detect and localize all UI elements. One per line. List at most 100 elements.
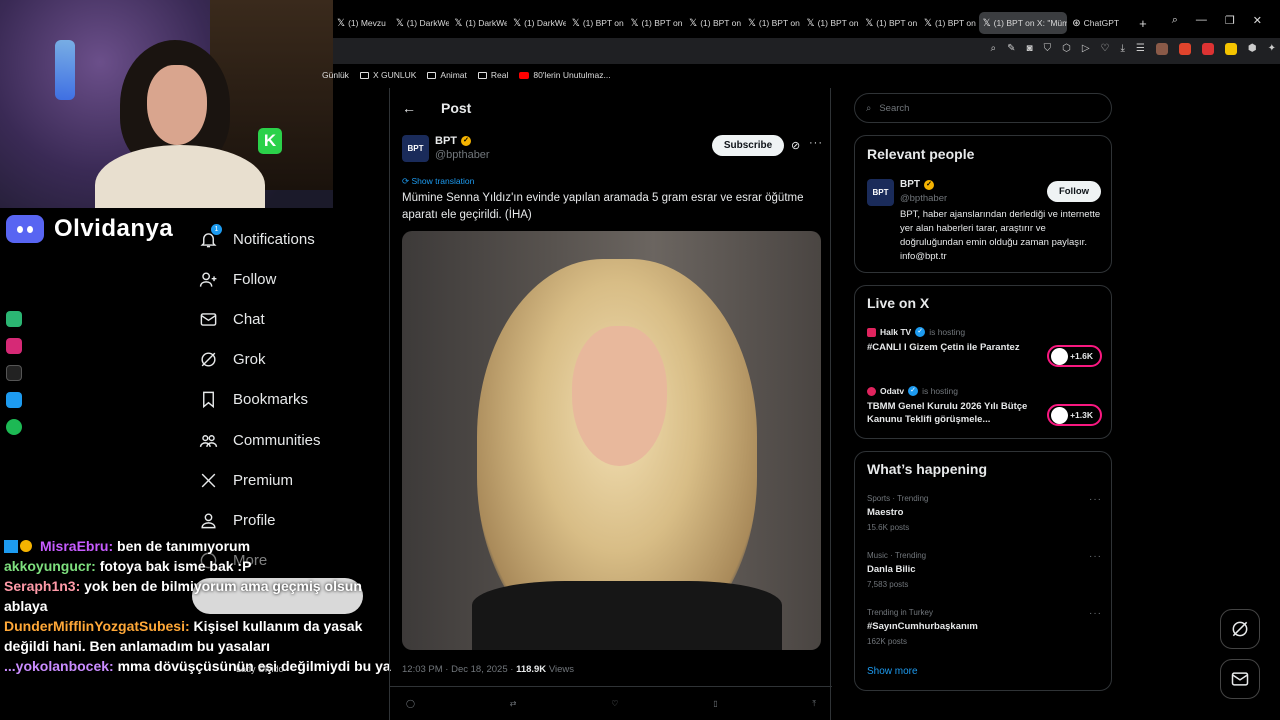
extension-icon[interactable]: ⬡	[1062, 43, 1071, 55]
trend-item[interactable]: Trending in Turkey #SayınCumhurbaşkanım …	[867, 608, 1102, 646]
tab[interactable]: 𝕏 (1) BPT on	[626, 12, 683, 34]
nav-follow[interactable]: Follow	[198, 259, 388, 299]
bookmark[interactable]: Real	[477, 70, 508, 80]
like-icon[interactable]: ♡	[611, 699, 618, 709]
reply-icon[interactable]: ◯	[406, 699, 415, 709]
live-item[interactable]: Odatv ✓ is hosting TBMM Genel Kurulu 2026 …	[867, 386, 1102, 426]
tab-bar: 𝕏 (1) Mevzu 𝕏 (1) DarkWe 𝕏 (1) DarkWe 𝕏 (1) …	[333, 10, 1280, 36]
tab[interactable]: 𝕏 (1) BPT on	[568, 12, 625, 34]
x-icon: 𝕏	[689, 17, 698, 29]
host-avatar	[1051, 348, 1068, 365]
bookmark[interactable]: Günlük	[322, 70, 349, 80]
close-icon[interactable]: ✕	[1253, 14, 1262, 27]
panel-title: Live on X	[867, 295, 930, 311]
nav-chat[interactable]: Chat	[198, 299, 388, 339]
heart-icon[interactable]: ♡	[1101, 43, 1110, 55]
tab[interactable]: 𝕏 (1) BPT on	[861, 12, 918, 34]
tab[interactable]: 𝕏 (1) BPT on	[744, 12, 801, 34]
download-icon[interactable]: ⤓	[1120, 43, 1124, 55]
post-header: ← Post	[402, 100, 471, 116]
back-arrow-icon[interactable]: ←	[402, 100, 416, 116]
more-icon[interactable]: ···	[1089, 608, 1102, 619]
cube-extension-icon[interactable]: ⬢	[1248, 43, 1257, 55]
more-icon[interactable]: ···	[1089, 494, 1102, 505]
camera-icon[interactable]: ◙	[1027, 43, 1033, 55]
fox-extension-icon[interactable]	[1178, 43, 1191, 55]
tab[interactable]: 𝕏 (1) Mevzu	[333, 12, 390, 34]
folder-icon	[359, 71, 369, 79]
tab-active[interactable]: 𝕏 (1) BPT on X: "Müm	[978, 12, 1067, 34]
chatgpt-icon: ⊛	[1072, 17, 1081, 29]
bookmark-icon[interactable]: ▯	[713, 699, 717, 709]
messages-float-button[interactable]	[1220, 659, 1260, 699]
profile-icon[interactable]	[1155, 43, 1168, 55]
shield-icon[interactable]: ⛉	[1044, 43, 1052, 55]
menu-icon[interactable]: ☰	[1136, 43, 1145, 55]
panel-title: Relevant people	[867, 146, 975, 162]
kick-logo: K	[258, 128, 282, 154]
edit-icon[interactable]: ✎	[1007, 43, 1015, 55]
tab[interactable]: 𝕏 (1) BPT on	[685, 12, 742, 34]
spotify-icon	[6, 419, 22, 435]
more-icon[interactable]: ···	[1089, 551, 1102, 562]
x-icon: 𝕏	[571, 17, 580, 29]
bookmark-icon	[198, 390, 218, 410]
repost-icon[interactable]: ⇄	[510, 699, 517, 709]
person-avatar[interactable]: BPT	[867, 179, 894, 206]
live-item[interactable]: Halk TV ✓ is hosting #CANLI I Gizem Çetin …	[867, 327, 1102, 367]
grok-float-button[interactable]	[1220, 609, 1260, 649]
show-more-link[interactable]: Show more	[867, 666, 918, 677]
tab[interactable]: 𝕏 (1) DarkWe	[509, 12, 566, 34]
minimize-icon[interactable]: —	[1196, 14, 1207, 27]
author-name[interactable]: BPT	[435, 135, 457, 147]
more-icon[interactable]: ···	[809, 137, 823, 149]
bookmark[interactable]: 80'lerin Unutulmaz...	[519, 70, 611, 80]
live-listeners-pill[interactable]: +1.3K	[1047, 404, 1102, 426]
search-tabs-icon[interactable]: ⌕	[1172, 14, 1178, 27]
restore-icon[interactable]: ❐	[1225, 14, 1235, 27]
subscribe-button[interactable]: Subscribe	[712, 135, 784, 156]
person-handle[interactable]: @bpthaber	[900, 193, 947, 204]
tab[interactable]: 𝕏 (1) DarkWe	[450, 12, 507, 34]
zoom-icon[interactable]: ⌕	[991, 43, 997, 55]
share-icon[interactable]: ⤒	[812, 699, 816, 709]
chat-message: MisraEbru: ben de tanımıyorum	[4, 536, 394, 556]
post-photo[interactable]	[402, 231, 821, 650]
play-icon[interactable]: ▷	[1082, 43, 1090, 55]
ai-icon[interactable]: ✦	[1268, 43, 1276, 55]
shield-extension-icon[interactable]	[1201, 43, 1214, 55]
page-title: Post	[441, 100, 472, 116]
trend-item[interactable]: Sports · Trending Maestro 15.6K posts ··…	[867, 494, 1102, 532]
tab[interactable]: 𝕏 (1) BPT on	[803, 12, 860, 34]
bookmark[interactable]: Animat	[427, 70, 467, 80]
toolbar-icons: ⌕ ✎ ◙ ⛉ ⬡ ▷ ♡ ⤓ ☰ ⬢ ✦	[991, 43, 1276, 55]
x-icon: 𝕏	[806, 17, 815, 29]
new-tab-button[interactable]: +	[1134, 14, 1152, 32]
tab[interactable]: 𝕏 (1) DarkWe	[392, 12, 449, 34]
lightbulb-extension-icon[interactable]	[1224, 43, 1237, 55]
nav-premium[interactable]: Premium	[198, 460, 388, 500]
folder-icon	[477, 71, 487, 79]
nav-notifications[interactable]: 1 Notifications	[198, 219, 388, 259]
bookmark[interactable]: X GUNLUK	[359, 70, 416, 80]
follow-button[interactable]: Follow	[1047, 181, 1101, 202]
author-avatar[interactable]: BPT	[402, 135, 429, 162]
tab[interactable]: 𝕏 (1) BPT on	[920, 12, 977, 34]
nav-communities[interactable]: Communities	[198, 420, 388, 460]
post-actions: ◯ ⇄ ♡ ▯ ⤒	[406, 699, 816, 709]
nav-bookmarks[interactable]: Bookmarks	[198, 380, 388, 420]
tab-chatgpt[interactable]: ⊛ ChatGPT	[1068, 12, 1128, 34]
chat-message: akkoyungucr: fotoya bak isme bak :P	[4, 558, 252, 574]
person-name[interactable]: BPT ✓	[900, 179, 934, 190]
grok-icon[interactable]: ⊘	[791, 139, 800, 152]
x-icon: 𝕏	[513, 17, 522, 29]
search-icon: ⌕	[866, 102, 872, 114]
nav-grok[interactable]: Grok	[198, 340, 388, 380]
chatgpt-icon	[6, 311, 22, 327]
author-handle[interactable]: @bpthaber	[435, 149, 490, 161]
nav-profile[interactable]: Profile	[198, 500, 388, 540]
search-input[interactable]: ⌕ Search	[854, 93, 1112, 123]
trend-item[interactable]: Music · Trending Danla Bilic 7,583 posts…	[867, 551, 1102, 589]
live-listeners-pill[interactable]: +1.6K	[1047, 345, 1102, 367]
show-translation-link[interactable]: ⟳ Show translation	[402, 176, 474, 187]
